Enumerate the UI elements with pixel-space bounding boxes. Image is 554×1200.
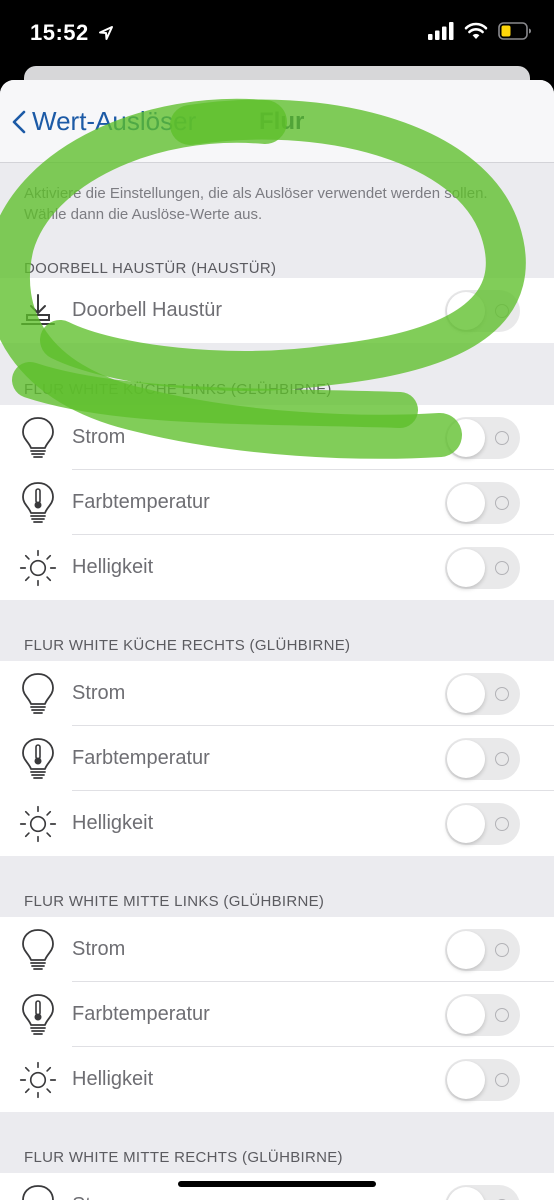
doorbell-icon bbox=[18, 287, 58, 335]
bulb-icon bbox=[18, 1182, 58, 1200]
setting-row: Farbtemperatur bbox=[0, 982, 554, 1047]
toggle-switch[interactable] bbox=[445, 673, 520, 715]
toggle-knob bbox=[447, 1187, 485, 1200]
bulb-icon bbox=[18, 670, 58, 718]
section-header: FLUR WHITE KÜCHE RECHTS (GLÜHBIRNE) bbox=[24, 637, 351, 654]
setting-row: Strom bbox=[0, 661, 554, 726]
page-title: Flur bbox=[259, 108, 305, 135]
toggle-off-indicator bbox=[495, 561, 509, 575]
bulb-icon bbox=[18, 926, 58, 974]
chevron-left-icon bbox=[12, 110, 26, 133]
toggle-switch[interactable] bbox=[445, 994, 520, 1036]
setting-label: Farbtemperatur bbox=[72, 1003, 210, 1025]
toggle-knob bbox=[447, 1061, 485, 1099]
toggle-off-indicator bbox=[495, 687, 509, 701]
toggle-off-indicator bbox=[495, 1008, 509, 1022]
setting-label: Farbtemperatur bbox=[72, 491, 210, 513]
toggle-switch[interactable] bbox=[445, 1185, 520, 1200]
sun-icon bbox=[18, 544, 58, 592]
toggle-switch[interactable] bbox=[445, 547, 520, 589]
toggle-switch[interactable] bbox=[445, 417, 520, 459]
status-icons bbox=[428, 22, 532, 40]
home-indicator[interactable] bbox=[178, 1181, 376, 1187]
section-rows: Strom Farbtemperatur Helligkeit bbox=[0, 661, 554, 856]
toggle-knob bbox=[447, 292, 485, 330]
section-header: FLUR WHITE MITTE RECHTS (GLÜHBIRNE) bbox=[24, 1149, 343, 1166]
time-text: 15:52 bbox=[30, 20, 89, 45]
toggle-knob bbox=[447, 549, 485, 587]
status-bar: 15:52 bbox=[0, 0, 554, 66]
section-rows: Strom Farbtemperatur Helligkeit bbox=[0, 917, 554, 1112]
status-time: 15:52 bbox=[30, 20, 114, 46]
toggle-off-indicator bbox=[495, 943, 509, 957]
setting-row: Helligkeit bbox=[0, 791, 554, 856]
toggle-switch[interactable] bbox=[445, 1059, 520, 1101]
setting-label: Doorbell Haustür bbox=[72, 299, 223, 321]
toggle-off-indicator bbox=[495, 817, 509, 831]
wifi-icon bbox=[464, 22, 488, 39]
setting-label: Strom bbox=[72, 682, 126, 704]
toggle-off-indicator bbox=[495, 1073, 509, 1087]
toggle-switch[interactable] bbox=[445, 803, 520, 845]
intro-text: Aktiviere die Einstellungen, die als Aus… bbox=[24, 185, 488, 223]
back-label: Wert-Auslöser bbox=[32, 106, 197, 136]
bulb-icon bbox=[18, 414, 58, 462]
sun-icon bbox=[18, 1056, 58, 1104]
setting-row: Doorbell Haustür bbox=[0, 278, 554, 343]
setting-label: Helligkeit bbox=[72, 556, 154, 578]
toggle-knob bbox=[447, 996, 485, 1034]
setting-label: Strom bbox=[72, 1194, 125, 1200]
battery-icon bbox=[498, 22, 531, 40]
toggle-off-indicator bbox=[495, 752, 509, 766]
toggle-switch[interactable] bbox=[445, 738, 520, 780]
toggle-knob bbox=[447, 931, 485, 969]
toggle-knob bbox=[447, 805, 485, 843]
setting-row: Helligkeit bbox=[0, 535, 554, 600]
sun-icon bbox=[18, 800, 58, 848]
section-header: DOORBELL HAUSTÜR (HAUSTÜR) bbox=[24, 260, 277, 277]
setting-label: Helligkeit bbox=[72, 812, 154, 834]
setting-label: Strom bbox=[72, 426, 126, 448]
bulb-thermometer-icon bbox=[18, 479, 58, 527]
toggle-knob bbox=[447, 740, 485, 778]
back-button[interactable]: Wert-Auslöser bbox=[12, 106, 196, 137]
bulb-thermometer-icon bbox=[18, 991, 58, 1039]
setting-label: Strom bbox=[72, 938, 126, 960]
navigation-bar: Wert-Auslöser Flur bbox=[0, 80, 554, 163]
section-header: FLUR WHITE KÜCHE LINKS (GLÜHBIRNE) bbox=[24, 381, 332, 398]
toggle-off-indicator bbox=[495, 431, 509, 445]
location-arrow-icon bbox=[99, 26, 114, 40]
section-rows: Strom Farbtemperatur Helligkeit bbox=[0, 405, 554, 600]
toggle-off-indicator bbox=[495, 496, 509, 510]
setting-label: Helligkeit bbox=[72, 1068, 154, 1090]
setting-row: Farbtemperatur bbox=[0, 470, 554, 535]
signal-icon bbox=[428, 22, 454, 40]
toggle-knob bbox=[447, 675, 485, 713]
toggle-switch[interactable] bbox=[445, 482, 520, 524]
setting-row: Strom bbox=[0, 405, 554, 470]
toggle-switch[interactable] bbox=[445, 290, 520, 332]
setting-label: Farbtemperatur bbox=[72, 747, 210, 769]
section-header: FLUR WHITE MITTE LINKS (GLÜHBIRNE) bbox=[24, 893, 325, 910]
setting-row: Helligkeit bbox=[0, 1047, 554, 1112]
toggle-switch[interactable] bbox=[445, 929, 520, 971]
setting-row: Strom bbox=[0, 917, 554, 982]
setting-row: Farbtemperatur bbox=[0, 726, 554, 791]
toggle-off-indicator bbox=[495, 304, 509, 318]
section-rows: Doorbell Haustür bbox=[0, 278, 554, 343]
bulb-thermometer-icon bbox=[18, 735, 58, 783]
settings-sheet: Wert-Auslöser Flur Aktiviere die Einstel… bbox=[0, 80, 554, 1200]
toggle-knob bbox=[447, 484, 485, 522]
toggle-knob bbox=[447, 419, 485, 457]
